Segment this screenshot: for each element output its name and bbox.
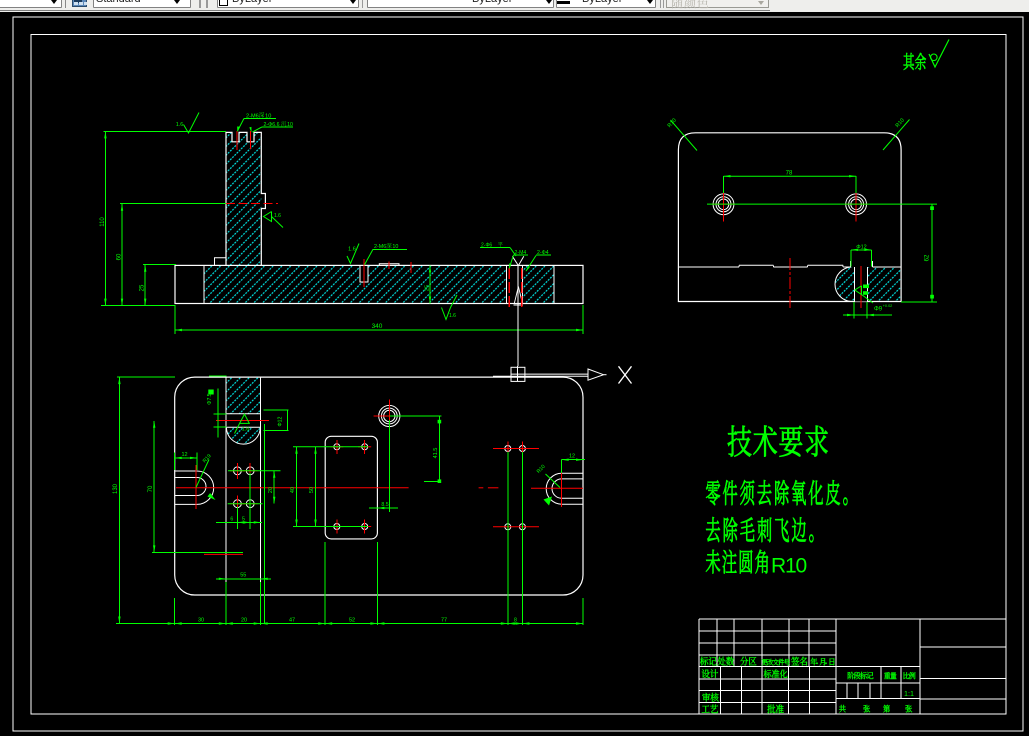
svg-text:Φ9: Φ9 bbox=[874, 307, 883, 313]
svg-text:55: 55 bbox=[240, 573, 246, 579]
svg-text:20: 20 bbox=[268, 487, 274, 493]
svg-text:Φ12: Φ12 bbox=[278, 416, 284, 426]
svg-text:41.5: 41.5 bbox=[433, 448, 439, 459]
svg-text:1.6: 1.6 bbox=[176, 122, 183, 128]
svg-text:30: 30 bbox=[198, 618, 204, 624]
svg-text:130: 130 bbox=[113, 483, 119, 494]
svg-text:R10: R10 bbox=[667, 118, 678, 130]
svg-text:110: 110 bbox=[100, 217, 106, 227]
svg-text:62: 62 bbox=[925, 254, 931, 261]
svg-text:1.6: 1.6 bbox=[348, 247, 356, 253]
svg-text:R10: R10 bbox=[895, 118, 906, 130]
svg-text:5: 5 bbox=[242, 516, 245, 522]
svg-text:1:1: 1:1 bbox=[904, 689, 914, 698]
svg-text:52: 52 bbox=[349, 618, 355, 624]
svg-text:R10: R10 bbox=[536, 464, 547, 475]
svg-text:Φ12: Φ12 bbox=[856, 244, 867, 250]
svg-text:1.6: 1.6 bbox=[242, 427, 249, 433]
svg-text:Φ7.5: Φ7.5 bbox=[207, 393, 213, 404]
svg-text:25: 25 bbox=[140, 284, 146, 291]
svg-text:8.5: 8.5 bbox=[381, 502, 388, 508]
svg-text:6: 6 bbox=[230, 516, 233, 522]
svg-text:12: 12 bbox=[569, 454, 575, 460]
svg-text:+0.02: +0.02 bbox=[883, 304, 893, 308]
svg-text:50: 50 bbox=[309, 487, 315, 493]
svg-text:78: 78 bbox=[786, 171, 793, 177]
svg-text:60: 60 bbox=[117, 253, 123, 260]
svg-text:77: 77 bbox=[441, 618, 447, 624]
svg-text:1.6: 1.6 bbox=[449, 313, 456, 319]
svg-text:70: 70 bbox=[148, 485, 154, 492]
svg-text:40: 40 bbox=[290, 487, 296, 493]
svg-text:8: 8 bbox=[514, 618, 517, 624]
svg-text:47: 47 bbox=[289, 618, 295, 624]
svg-text:20: 20 bbox=[241, 618, 247, 624]
svg-text:1.6: 1.6 bbox=[274, 213, 281, 219]
svg-text:340: 340 bbox=[372, 323, 383, 330]
svg-text:R10: R10 bbox=[771, 555, 806, 578]
svg-text:25: 25 bbox=[425, 285, 431, 291]
svg-text:12: 12 bbox=[181, 452, 187, 458]
